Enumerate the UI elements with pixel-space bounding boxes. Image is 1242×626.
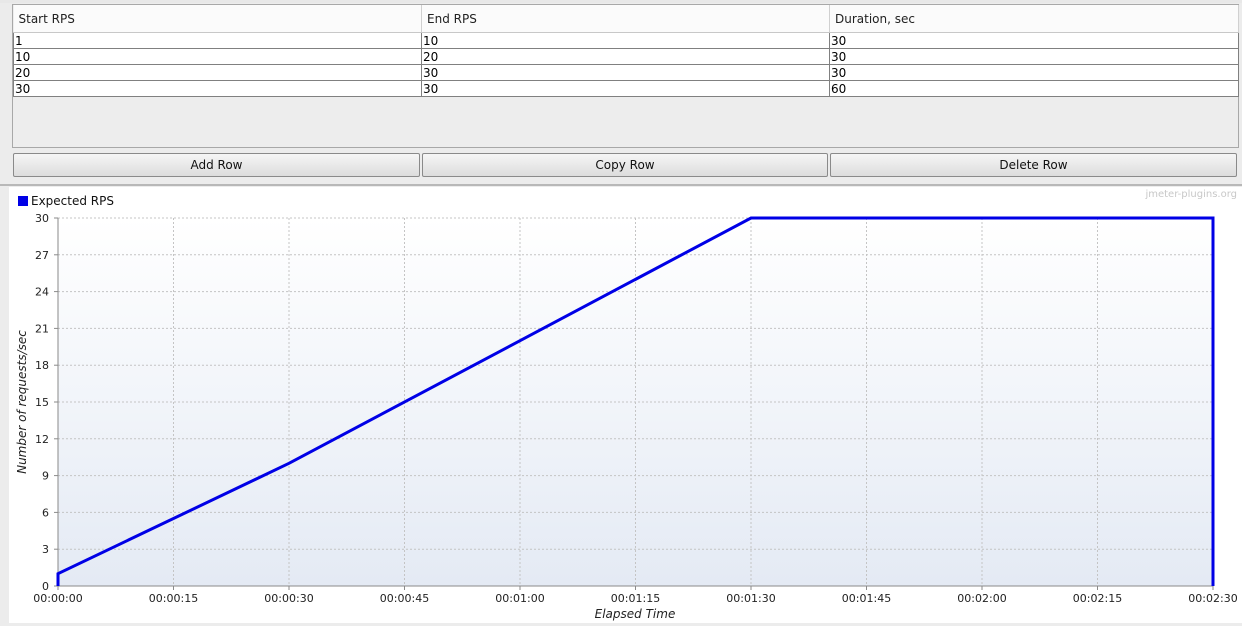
table-cell[interactable]: 20 bbox=[421, 48, 830, 65]
table-cell[interactable]: 30 bbox=[421, 64, 830, 81]
x-tick-label: 00:00:15 bbox=[149, 592, 198, 605]
y-tick-label: 9 bbox=[42, 470, 49, 483]
table-cell[interactable]: 60 bbox=[829, 80, 1239, 97]
x-tick-label: 00:00:00 bbox=[33, 592, 82, 605]
y-tick-label: 24 bbox=[35, 286, 49, 299]
chart-panel: 0 3 6 9 12 15 18 21 24 27 30 00:00:00 00:00:15 00:00… bbox=[9, 187, 1242, 623]
table-header-row: Start RPS End RPS Duration, sec bbox=[13, 5, 1239, 33]
expected-rps-chart: 036912151821242730 00:00:00 00:00:15 00:00… bbox=[15, 189, 1238, 621]
y-axis-ticks: 036912151821242730 bbox=[35, 212, 58, 593]
y-tick-label: 12 bbox=[35, 433, 49, 446]
y-tick-label: 30 bbox=[35, 212, 49, 225]
y-tick-label: 27 bbox=[35, 249, 49, 262]
x-tick-label: 00:02:00 bbox=[957, 592, 1006, 605]
x-tick-label: 00:01:00 bbox=[495, 592, 544, 605]
delete-row-button[interactable]: Delete Row bbox=[830, 153, 1237, 177]
y-tick-label: 6 bbox=[42, 506, 49, 519]
x-tick-label: 00:01:15 bbox=[611, 592, 660, 605]
column-header-end-rps[interactable]: End RPS bbox=[421, 5, 830, 33]
legend-label-expected-rps: Expected RPS bbox=[31, 194, 114, 208]
y-tick-label: 18 bbox=[35, 359, 49, 372]
x-tick-label: 00:01:30 bbox=[726, 592, 775, 605]
panel-divider bbox=[0, 184, 1242, 186]
table-row[interactable]: 20 30 30 bbox=[13, 64, 1239, 81]
copy-row-button[interactable]: Copy Row bbox=[422, 153, 828, 177]
column-header-duration[interactable]: Duration, sec bbox=[829, 5, 1239, 33]
table-cell[interactable]: 1 bbox=[13, 32, 422, 49]
chart-legend: Expected RPS bbox=[18, 194, 114, 208]
legend-swatch-expected-rps bbox=[18, 196, 28, 206]
x-axis-title: Elapsed Time bbox=[595, 607, 676, 621]
x-tick-label: 00:02:15 bbox=[1073, 592, 1122, 605]
table-cell[interactable]: 30 bbox=[829, 48, 1239, 65]
table-cell[interactable]: 10 bbox=[13, 48, 422, 65]
table-cell[interactable]: 30 bbox=[829, 32, 1239, 49]
y-tick-label: 15 bbox=[35, 396, 49, 409]
x-tick-label: 00:02:30 bbox=[1188, 592, 1237, 605]
table-cell[interactable]: 30 bbox=[829, 64, 1239, 81]
x-tick-label: 00:00:30 bbox=[264, 592, 313, 605]
y-tick-label: 3 bbox=[42, 543, 49, 556]
watermark: jmeter-plugins.org bbox=[1144, 189, 1237, 200]
table-cell[interactable]: 30 bbox=[13, 80, 422, 97]
x-tick-label: 00:01:45 bbox=[842, 592, 891, 605]
y-tick-label: 21 bbox=[35, 322, 49, 335]
table-action-buttons: Add Row Copy Row Delete Row bbox=[13, 153, 1237, 177]
table-cell[interactable]: 20 bbox=[13, 64, 422, 81]
table-row[interactable]: 30 30 60 bbox=[13, 80, 1239, 97]
schedule-table-panel: Start RPS End RPS Duration, sec 1 10 30 … bbox=[12, 4, 1239, 148]
schedule-table[interactable]: Start RPS End RPS Duration, sec 1 10 30 … bbox=[13, 5, 1239, 97]
y-axis-title: Number of requests/sec bbox=[15, 330, 29, 474]
x-tick-label: 00:00:45 bbox=[380, 592, 429, 605]
x-axis-ticks: 00:00:00 00:00:15 00:00:30 00:00:45 00:01:00… bbox=[33, 586, 1238, 605]
table-cell[interactable]: 10 bbox=[421, 32, 830, 49]
table-row[interactable]: 1 10 30 bbox=[13, 32, 1239, 49]
column-header-start-rps[interactable]: Start RPS bbox=[13, 5, 422, 33]
table-row[interactable]: 10 20 30 bbox=[13, 48, 1239, 65]
top-strip bbox=[0, 0, 1242, 3]
add-row-button[interactable]: Add Row bbox=[13, 153, 420, 177]
table-cell[interactable]: 30 bbox=[421, 80, 830, 97]
